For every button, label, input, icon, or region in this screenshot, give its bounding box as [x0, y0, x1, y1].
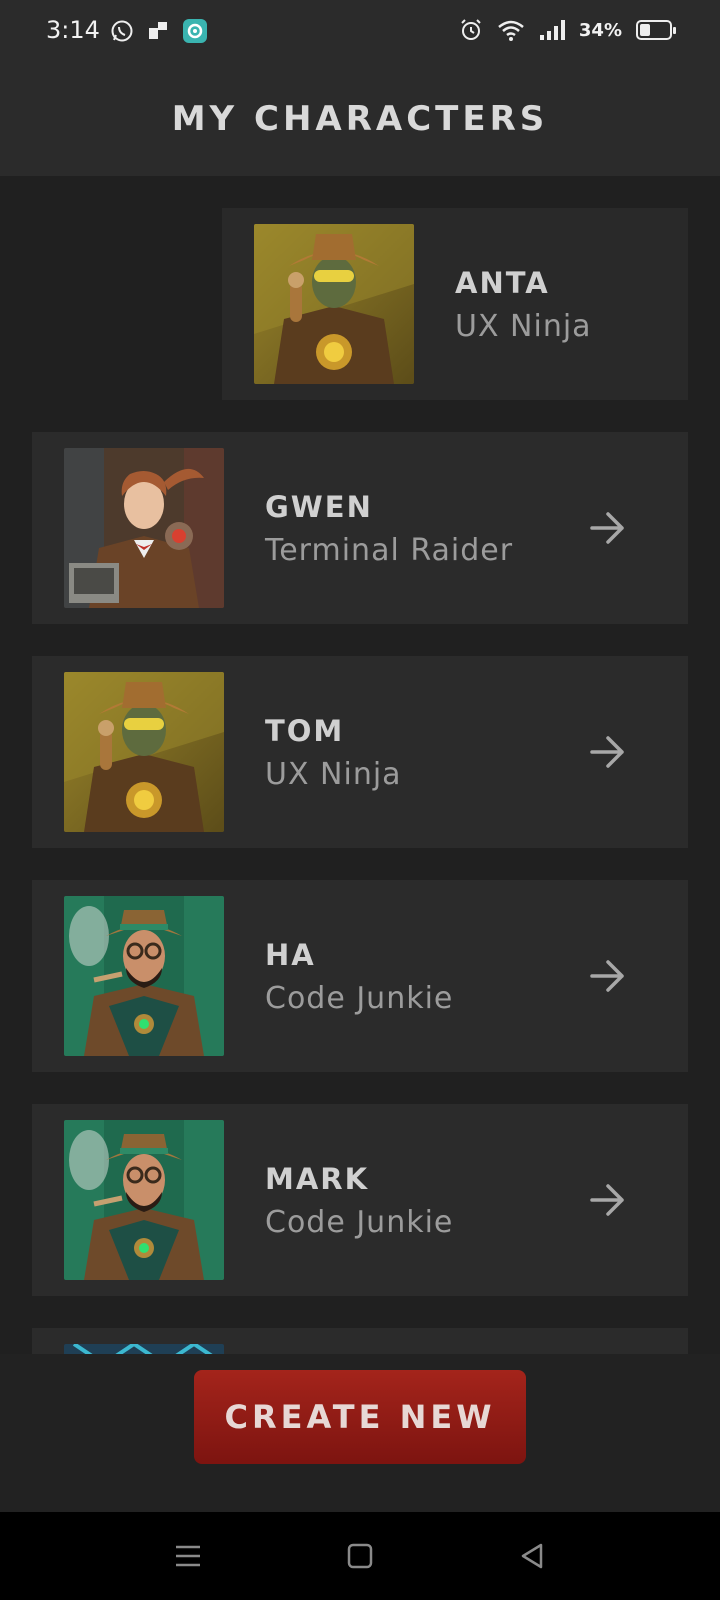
character-card[interactable]: ANTA UX Ninja — [222, 208, 688, 400]
battery-icon — [636, 20, 676, 40]
signal-icon — [539, 20, 565, 40]
character-name: ANTA — [455, 266, 550, 300]
character-name: HA — [265, 938, 316, 972]
create-new-button[interactable]: CREATE NEW — [194, 1370, 526, 1464]
page-title: MY CHARACTERS — [171, 99, 549, 139]
character-portrait — [64, 448, 224, 608]
whatsapp-icon — [111, 20, 133, 42]
character-card[interactable]: HA Code Junkie — [32, 880, 688, 1072]
character-role: UX Ninja — [455, 309, 592, 344]
status-right-icons: 34% — [459, 18, 676, 42]
battery-level-fill — [640, 24, 650, 36]
wifi-icon — [498, 20, 524, 41]
home-icon[interactable] — [344, 1540, 376, 1572]
arrow-right-icon[interactable] — [588, 734, 628, 770]
character-portrait — [64, 896, 224, 1056]
arrow-right-icon[interactable] — [588, 1182, 628, 1218]
character-role: UX Ninja — [265, 757, 402, 792]
menu-icon[interactable] — [172, 1540, 204, 1572]
character-role: Code Junkie — [265, 981, 454, 1016]
arrow-right-icon[interactable] — [588, 510, 628, 546]
system-nav-bar — [0, 1512, 720, 1600]
back-icon[interactable] — [516, 1540, 548, 1572]
arrow-right-icon[interactable] — [588, 958, 628, 994]
character-card[interactable]: MARK Code Junkie — [32, 1104, 688, 1296]
character-name: GWEN — [265, 490, 373, 524]
character-portrait — [64, 672, 224, 832]
character-card-partial[interactable] — [32, 1328, 688, 1354]
battery-percent: 34% — [578, 19, 622, 41]
bottom-action-bar: CREATE NEW — [0, 1354, 720, 1512]
character-name: TOM — [265, 714, 345, 748]
character-name: MARK — [265, 1162, 370, 1196]
app-icon — [183, 19, 207, 43]
status-time: 3:14 — [46, 16, 100, 44]
character-portrait — [254, 224, 414, 384]
status-bar: 3:14 34% — [0, 0, 720, 62]
alarm-icon — [461, 19, 481, 40]
character-role: Code Junkie — [265, 1205, 454, 1240]
notification-icon — [149, 22, 167, 39]
character-card[interactable]: TOM UX Ninja — [32, 656, 688, 848]
character-portrait — [64, 1120, 224, 1280]
character-role: Terminal Raider — [265, 533, 514, 568]
app-header: MY CHARACTERS — [0, 62, 720, 176]
character-list[interactable]: ANTA UX Ninja GWEN Terminal Raider TOM U… — [0, 176, 720, 1354]
character-portrait — [64, 1344, 224, 1354]
status-left-icons — [110, 18, 208, 44]
character-card[interactable]: GWEN Terminal Raider — [32, 432, 688, 624]
